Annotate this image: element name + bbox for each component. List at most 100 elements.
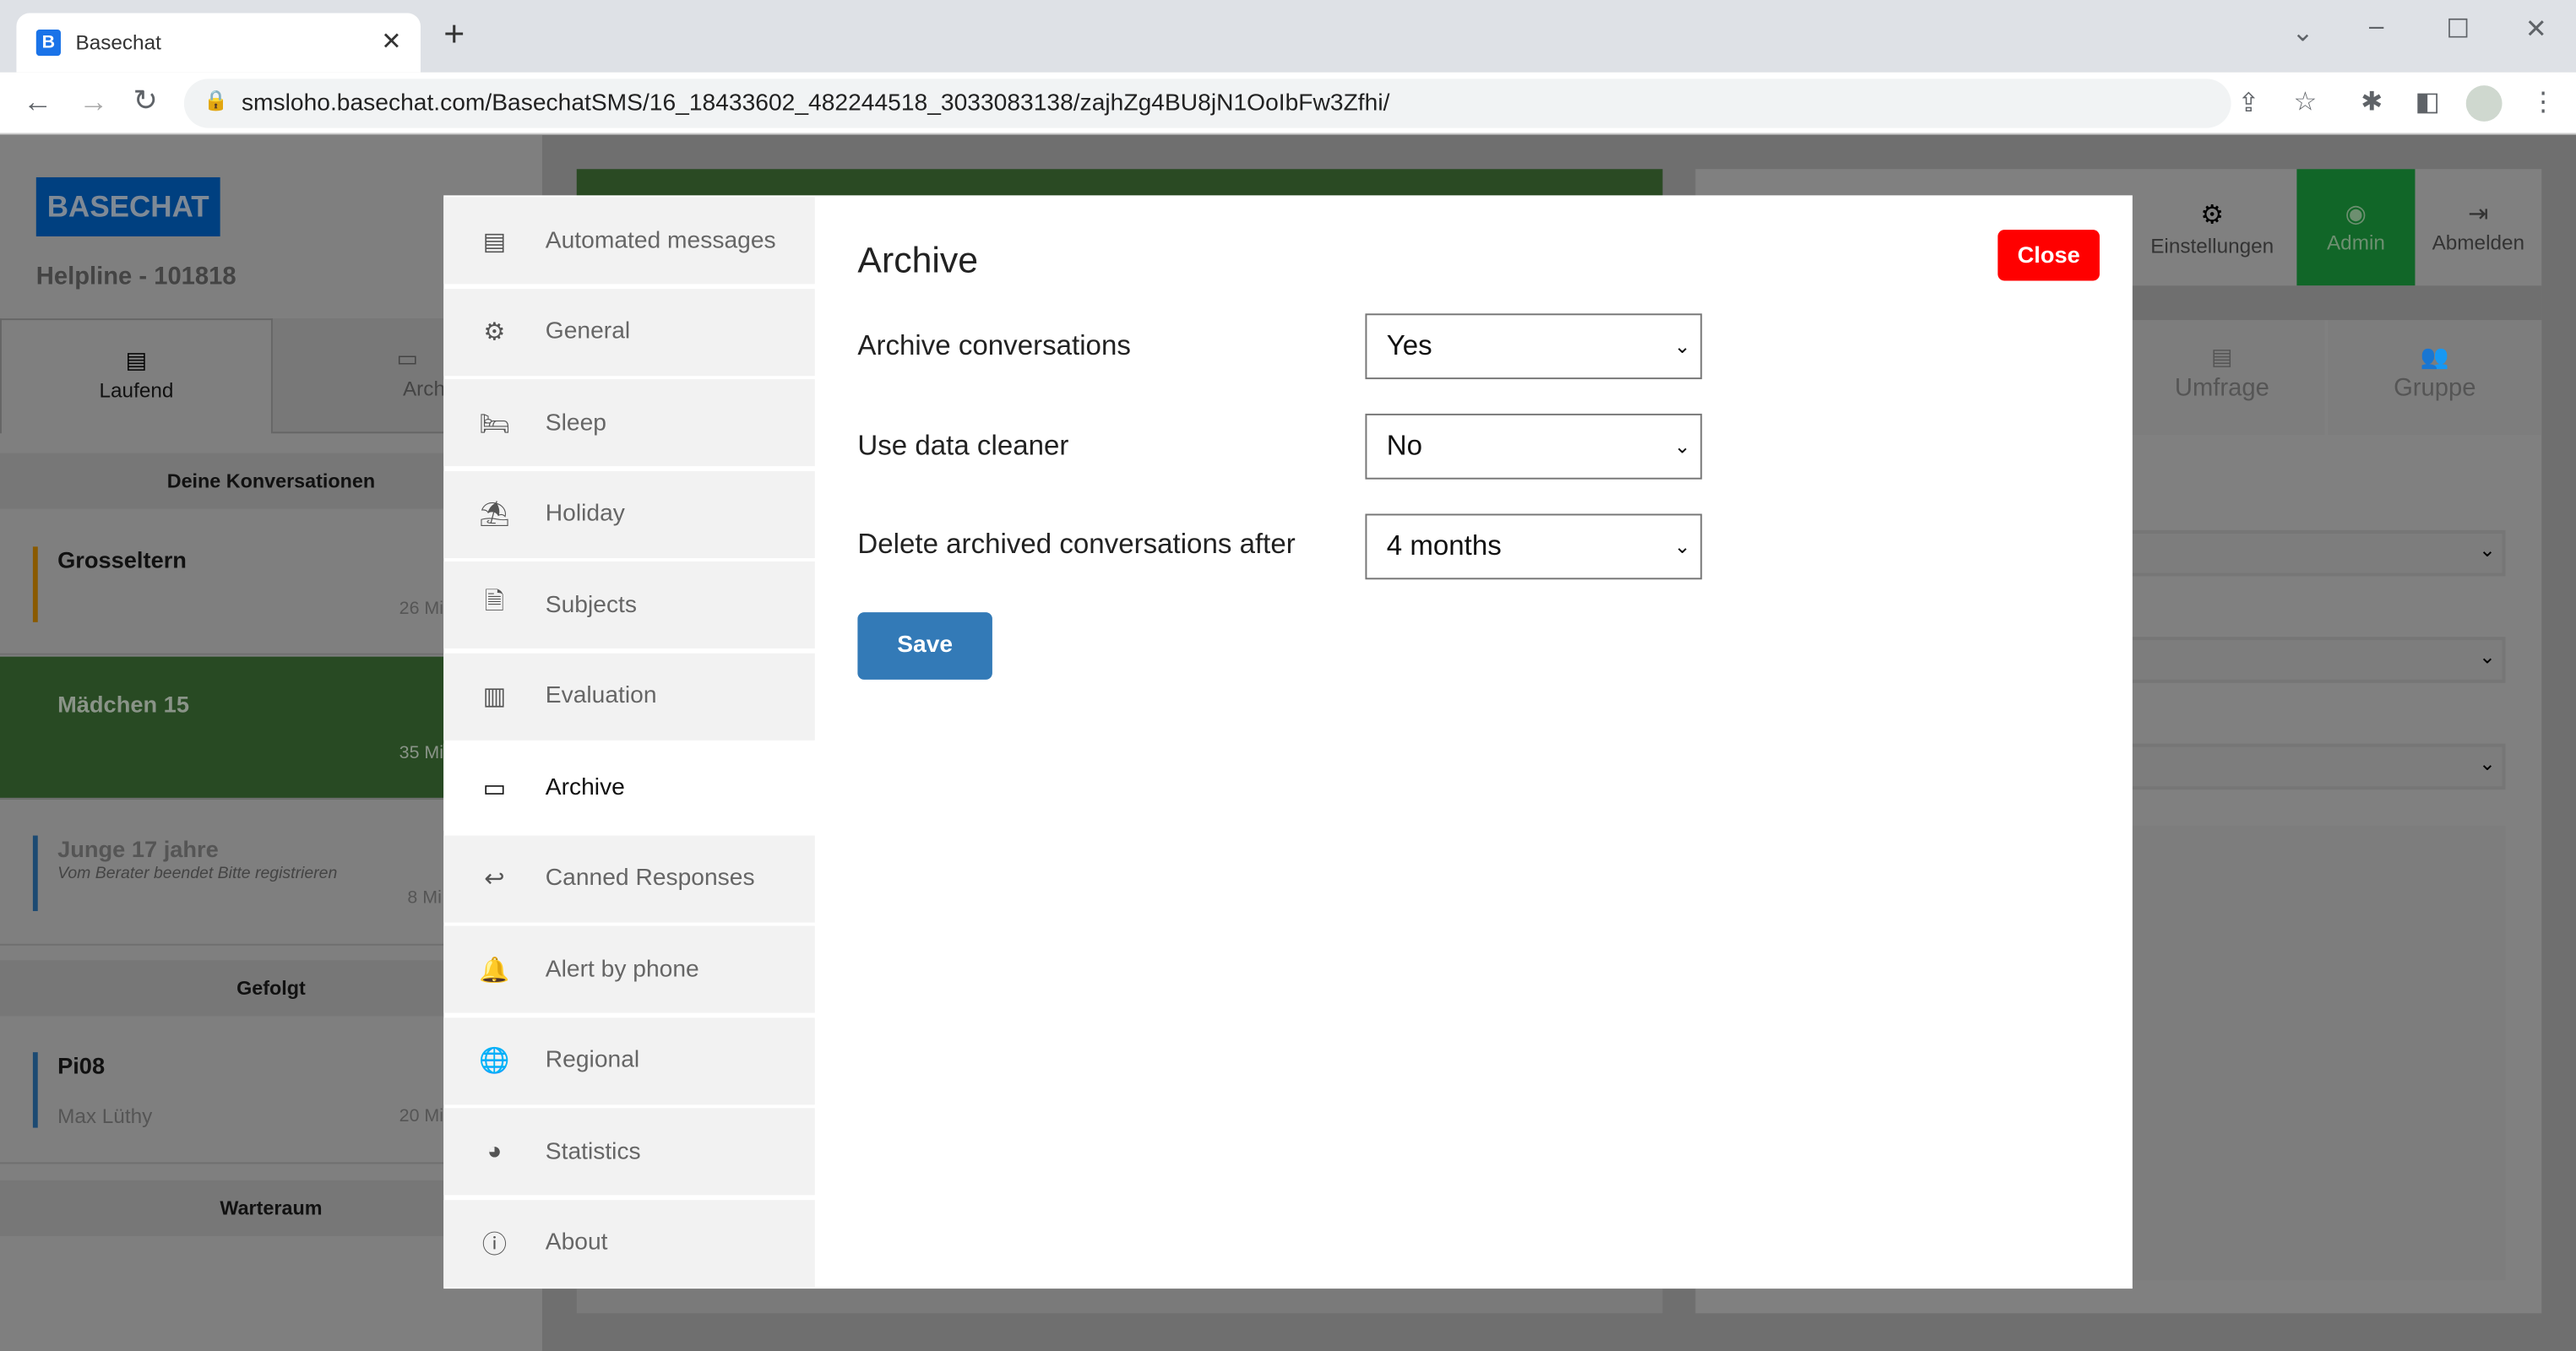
document-icon: 🗎	[484, 587, 505, 616]
background-select[interactable]: ⌄	[2119, 743, 2506, 790]
menu-item-label: Regional	[545, 1047, 640, 1074]
tab-search-icon[interactable]: ⌄	[2292, 16, 2314, 49]
conversation-name: Mädchen 15	[57, 691, 189, 718]
forward-icon[interactable]: →	[79, 85, 108, 120]
settings-button[interactable]: ⚙ Einstellungen	[2128, 169, 2296, 285]
select-value: 4 months	[1386, 529, 1502, 562]
conversation-name: Pi08	[57, 1052, 106, 1079]
logout-button[interactable]: ⇥ Abmelden	[2415, 169, 2541, 285]
close-button[interactable]: Close	[1997, 230, 2100, 281]
chat-panel-footer	[576, 1289, 1663, 1314]
conversation-subtitle: Vom Berater beendet Bitte registrieren	[57, 865, 338, 883]
url-text: smsloho.basechat.com/BasechatSMS/16_1843…	[241, 90, 1390, 117]
browser-tab-bar: B Basechat ✕ + ⌄ – ☐ ✕	[0, 0, 2576, 73]
conversation-header-bar	[576, 169, 1663, 199]
delete-after-label: Delete archived conversations after	[857, 529, 1296, 560]
tab-gruppe[interactable]: 👥 Gruppe	[2328, 320, 2542, 436]
modal-title: Archive	[857, 239, 979, 281]
status-bar	[32, 546, 38, 622]
tab-laufend[interactable]: ▤ Laufend	[0, 318, 273, 434]
reply-icon: ↩	[484, 865, 505, 893]
chevron-down-icon: ⌄	[2479, 751, 2496, 775]
maximize-icon[interactable]: ☐	[2446, 14, 2470, 46]
menu-item-canned-responses[interactable]: ↩ Canned Responses	[443, 834, 815, 922]
conversation-time: 35 Mi	[399, 743, 444, 764]
menu-item-label: Sleep	[545, 410, 606, 437]
tab-umfrage[interactable]: ▤ Umfrage	[2119, 320, 2325, 436]
menu-item-automated-messages[interactable]: ▤ Automated messages	[443, 197, 815, 285]
menu-item-label: Automated messages	[545, 227, 776, 254]
logo: BASECHAT	[35, 176, 220, 236]
message-icon: ▤	[482, 227, 507, 256]
beach-icon: ⛱	[478, 500, 511, 529]
menu-item-sleep[interactable]: 🛏 Sleep	[443, 379, 815, 467]
info-icon: ⓘ	[481, 1230, 508, 1259]
url-input[interactable]: 🔒 smsloho.basechat.com/BasechatSMS/16_18…	[183, 79, 2317, 128]
tab-label: Laufend	[99, 379, 174, 403]
menu-item-subjects[interactable]: 🗎 Subjects	[443, 561, 815, 648]
button-label: Einstellungen	[2150, 235, 2274, 258]
eye-icon: ◉	[2345, 200, 2367, 229]
archive-conversations-label: Archive conversations	[857, 329, 1131, 361]
chevron-down-icon: ⌄	[1674, 334, 1691, 358]
chat-icon: ▤	[125, 346, 148, 373]
group-icon: 👥	[2420, 343, 2449, 370]
delete-after-select[interactable]: 4 months ⌄	[1365, 513, 1703, 580]
bed-icon: 🛏	[478, 410, 511, 438]
status-bar	[32, 1052, 38, 1128]
admin-button[interactable]: ◉ Admin	[2296, 169, 2416, 286]
menu-item-alert-by-phone[interactable]: 🔔 Alert by phone	[443, 925, 815, 1013]
use-data-cleaner-label: Use data cleaner	[857, 430, 1069, 462]
tab-label: Gruppe	[2394, 374, 2476, 403]
profile-avatar[interactable]	[2465, 85, 2503, 122]
bookmark-star-icon[interactable]: ☆	[2293, 85, 2317, 118]
globe-icon: 🌐	[479, 1047, 510, 1076]
gear-icon: ⚙	[483, 318, 506, 347]
menu-item-evaluation[interactable]: ▥ Evaluation	[443, 652, 815, 740]
conversation-subtitle: Max Lüthy	[57, 1104, 153, 1128]
status-bar	[32, 835, 38, 911]
select-value: No	[1386, 430, 1423, 462]
favicon-icon: B	[35, 29, 61, 57]
minimize-icon[interactable]: –	[2369, 14, 2383, 43]
conversation-name: Grosseltern	[57, 546, 187, 573]
bell-icon: 🔔	[479, 956, 510, 985]
menu-item-holiday[interactable]: ⛱ Holiday	[443, 469, 815, 558]
address-bar-row: ← → ↻ 🔒 smsloho.basechat.com/BasechatSMS…	[0, 72, 2576, 135]
window-close-icon[interactable]: ✕	[2525, 14, 2547, 46]
lock-icon: 🔒	[204, 88, 229, 112]
background-select[interactable]: ⌄	[2119, 637, 2506, 683]
menu-item-regional[interactable]: 🌐 Regional	[443, 1017, 815, 1104]
list-icon: ▤	[2210, 343, 2233, 370]
helpline-name: Helpline - 101818	[35, 263, 236, 291]
back-icon[interactable]: ←	[23, 85, 52, 120]
use-data-cleaner-select[interactable]: No ⌄	[1365, 413, 1703, 480]
menu-kebab-icon[interactable]: ⋮	[2530, 85, 2557, 118]
archive-conversations-select[interactable]: Yes ⌄	[1365, 313, 1703, 380]
menu-item-statistics[interactable]: ◕ Statistics	[443, 1108, 815, 1196]
close-tab-icon[interactable]: ✕	[381, 26, 401, 56]
conversation-name: Junge 17 jahre	[57, 835, 219, 862]
menu-item-label: General	[545, 318, 631, 345]
select-value: Yes	[1386, 329, 1432, 361]
folder-icon: ▭	[482, 773, 507, 802]
save-button[interactable]: Save	[857, 612, 992, 680]
extensions-icon[interactable]: ✱	[2361, 85, 2383, 118]
logout-icon: ⇥	[2468, 200, 2489, 229]
menu-item-label: About	[545, 1229, 608, 1256]
menu-item-archive[interactable]: ▭ Archive	[443, 743, 815, 831]
conversation-time: 8 Mi	[407, 887, 442, 909]
menu-item-label: Subjects	[545, 591, 638, 618]
menu-item-general[interactable]: ⚙ General	[443, 288, 815, 376]
background-select[interactable]: ⌄	[2119, 529, 2506, 577]
browser-tab[interactable]: B Basechat ✕	[16, 13, 421, 73]
new-tab-icon[interactable]: +	[443, 15, 465, 52]
reload-icon[interactable]: ↻	[133, 84, 158, 118]
menu-item-label: Alert by phone	[545, 956, 699, 983]
tab-label: Umfrage	[2174, 374, 2269, 403]
chevron-down-icon: ⌄	[1674, 435, 1691, 458]
side-panel-icon[interactable]: ◧	[2415, 85, 2439, 118]
menu-item-about[interactable]: ⓘ About	[443, 1199, 815, 1287]
share-icon[interactable]: ⇪	[2237, 87, 2259, 120]
button-label: Admin	[2326, 231, 2385, 255]
